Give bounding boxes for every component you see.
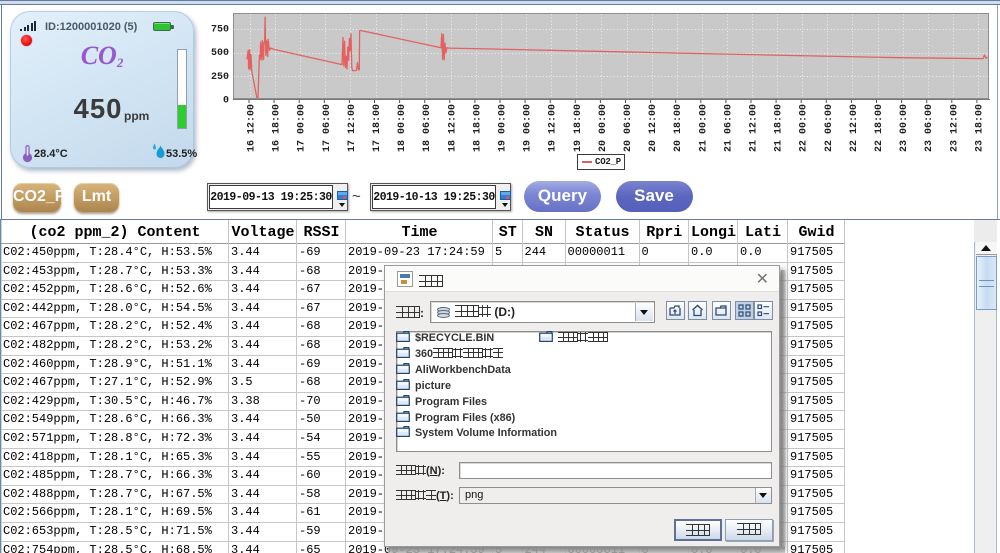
svg-text:18 12:00: 18 12:00 <box>447 104 458 152</box>
svg-text:750: 750 <box>211 25 229 36</box>
svg-text:22 06:00: 22 06:00 <box>824 104 835 152</box>
svg-text:18 06:00: 18 06:00 <box>422 104 433 152</box>
svg-text:250: 250 <box>211 72 229 83</box>
svg-text:19 18:00: 19 18:00 <box>573 104 584 152</box>
svg-text:23 00:00: 23 00:00 <box>899 104 910 152</box>
svg-text:20 06:00: 20 06:00 <box>623 104 634 152</box>
svg-text:16 12:00: 16 12:00 <box>247 104 258 152</box>
svg-text:0: 0 <box>223 96 229 107</box>
svg-text:22 18:00: 22 18:00 <box>874 104 885 152</box>
svg-text:23 18:00: 23 18:00 <box>974 104 985 152</box>
svg-text:16 18:00: 16 18:00 <box>272 104 283 152</box>
svg-text:21 18:00: 21 18:00 <box>774 104 785 152</box>
svg-text:17 00:00: 17 00:00 <box>297 104 308 152</box>
svg-text:21 06:00: 21 06:00 <box>723 104 734 152</box>
svg-text:23 06:00: 23 06:00 <box>924 104 935 152</box>
svg-text:20 12:00: 20 12:00 <box>648 104 659 152</box>
svg-text:20 00:00: 20 00:00 <box>598 104 609 152</box>
svg-text:19 00:00: 19 00:00 <box>498 104 509 152</box>
svg-text:23 12:00: 23 12:00 <box>949 104 960 152</box>
svg-text:17 12:00: 17 12:00 <box>347 104 358 152</box>
svg-text:22 12:00: 22 12:00 <box>849 104 860 152</box>
svg-text:19 12:00: 19 12:00 <box>548 104 559 152</box>
svg-text:18 00:00: 18 00:00 <box>397 104 408 152</box>
svg-text:500: 500 <box>211 48 229 59</box>
svg-text:19 06:00: 19 06:00 <box>523 104 534 152</box>
svg-text:21 00:00: 21 00:00 <box>698 104 709 152</box>
svg-text:17 06:00: 17 06:00 <box>322 104 333 152</box>
svg-text:21 12:00: 21 12:00 <box>749 104 760 152</box>
svg-text:22 00:00: 22 00:00 <box>799 104 810 152</box>
svg-text:18 18:00: 18 18:00 <box>472 104 483 152</box>
svg-text:17 18:00: 17 18:00 <box>372 104 383 152</box>
svg-text:20 18:00: 20 18:00 <box>673 104 684 152</box>
